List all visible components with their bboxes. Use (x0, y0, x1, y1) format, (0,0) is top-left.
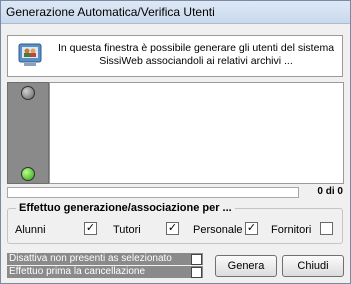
generation-options-group: Effettuo generazione/associazione per ..… (7, 202, 343, 244)
option-cancellazione-row[interactable]: Effettuo prima la cancellazione (7, 266, 203, 278)
close-button[interactable]: Chiudi (282, 255, 344, 277)
option-label-personale: Personale (193, 224, 243, 236)
grey-led-icon (21, 86, 35, 100)
close-button-label: Chiudi (297, 260, 329, 272)
checkbox-alunni[interactable]: ✓ (84, 222, 97, 235)
checkbox-personale[interactable]: ✓ (245, 222, 258, 235)
option-cancellazione-label: Effettuo prima la cancellazione (9, 266, 146, 277)
generate-button-label: Genera (227, 260, 265, 272)
checkbox-fornitori[interactable] (320, 222, 333, 235)
info-text: In questa finestra è possibile generare … (57, 42, 335, 67)
green-led-icon (21, 167, 35, 181)
window-title: Generazione Automatica/Verifica Utenti (6, 5, 215, 19)
status-sidebar (7, 82, 49, 184)
app-window: Generazione Automatica/Verifica Utenti I… (0, 0, 351, 284)
checkbox-tutori[interactable]: ✓ (166, 222, 179, 235)
title-bar: Generazione Automatica/Verifica Utenti (1, 1, 350, 24)
group-title: Effettuo generazione/associazione per ..… (16, 202, 235, 214)
info-box: In questa finestra è possibile generare … (7, 35, 343, 77)
checkbox-cancellazione[interactable] (191, 267, 202, 278)
users-computer-icon (18, 41, 44, 69)
progress-bar (7, 187, 299, 198)
option-disattiva-row[interactable]: Disattiva non presenti as selezionato (7, 253, 203, 265)
log-area[interactable] (49, 82, 344, 184)
option-label-fornitori: Fornitori (271, 224, 312, 236)
option-label-alunni: Alunni (15, 224, 46, 236)
option-disattiva-label: Disattiva non presenti as selezionato (9, 253, 172, 264)
option-label-tutori: Tutori (113, 224, 141, 236)
generate-button[interactable]: Genera (215, 255, 277, 277)
checkbox-disattiva[interactable] (191, 254, 202, 265)
progress-count: 0 di 0 (317, 186, 343, 197)
